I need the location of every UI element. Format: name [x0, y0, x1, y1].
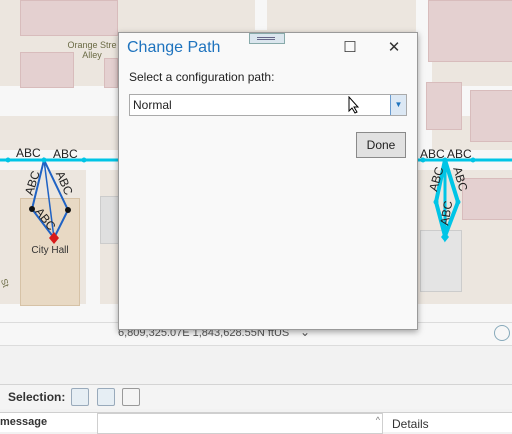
config-path-dropdown[interactable]: Normal ▼ [129, 94, 407, 116]
feature-label: ABC [420, 147, 445, 161]
details-tab[interactable]: Details [392, 417, 429, 431]
feature-label: ABC [447, 147, 472, 161]
config-path-value: Normal [133, 98, 172, 112]
mouse-cursor-icon [348, 96, 360, 114]
clear-selection-icon[interactable] [122, 388, 140, 406]
feature-label: ABC [53, 147, 78, 161]
feature-vertex [455, 199, 461, 205]
chevron-down-icon[interactable]: ▼ [390, 95, 406, 115]
path-vertex [65, 207, 71, 213]
message-grid-header: message ^ Details [0, 412, 512, 434]
maximize-icon[interactable]: ☐ [340, 39, 360, 57]
done-button[interactable]: Done [356, 132, 406, 158]
change-path-dialog: Change Path ☐ ✕ Select a configuration p… [118, 32, 418, 330]
feature-label: ABC [16, 146, 41, 160]
selection-label: Selection: [8, 390, 66, 404]
dialog-drag-handle[interactable] [249, 33, 285, 44]
feature-vertex [5, 157, 11, 163]
feature-vertex [433, 199, 439, 205]
selection-toolbar: Selection: [0, 384, 512, 409]
message-column-header[interactable]: message [0, 416, 47, 428]
dialog-title: Change Path [127, 39, 221, 56]
close-icon[interactable]: ✕ [384, 39, 404, 57]
feature-vertex [81, 157, 87, 163]
feature-vertex [41, 157, 47, 163]
zoom-extent-icon[interactable] [494, 325, 510, 341]
poi-label: City Hall [31, 245, 69, 256]
scroll-up-icon[interactable]: ^ [376, 415, 380, 425]
select-by-attributes-icon[interactable] [97, 388, 115, 406]
config-path-prompt: Select a configuration path: [129, 70, 275, 84]
select-by-rectangle-icon[interactable] [71, 388, 89, 406]
